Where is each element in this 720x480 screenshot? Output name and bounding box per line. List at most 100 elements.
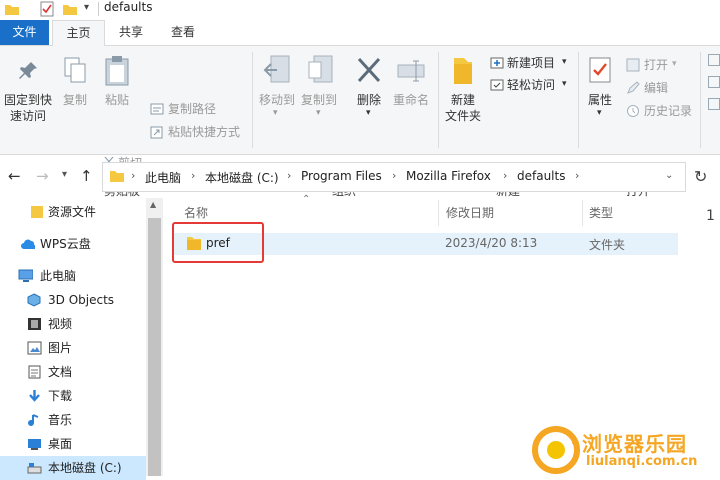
history-icon <box>627 105 639 117</box>
paste-shortcut-icon <box>150 126 163 139</box>
edit-icon <box>627 81 640 94</box>
copy-path-button[interactable]: 复制路径 <box>168 101 216 117</box>
open-icon <box>626 58 640 72</box>
nav-item-label: 下载 <box>48 389 73 403</box>
folder-icon <box>31 206 43 218</box>
up-icon[interactable]: ↑ <box>80 167 93 185</box>
divider <box>438 200 439 226</box>
invert-selection-icon[interactable] <box>708 98 720 110</box>
move-to-icon <box>263 55 290 83</box>
navigation-pane: 资源文件 WPS云盘 此电脑 3D Objects 视频 图片 文档 下载 音乐… <box>0 198 164 480</box>
properties-button[interactable]: 属性 <box>584 92 616 108</box>
history-button[interactable]: 历史记录 <box>644 103 692 119</box>
paste-button[interactable]: 粘贴 <box>100 92 134 108</box>
new-folder-button[interactable]: 新建 文件夹 <box>440 92 486 124</box>
watermark-title: 浏览器乐园 <box>582 432 687 456</box>
divider <box>252 52 253 148</box>
breadcrumb-separator-icon: › <box>392 169 397 182</box>
edit-button[interactable]: 编辑 <box>644 80 668 96</box>
pin-icon <box>19 62 37 79</box>
nav-item-music[interactable]: 音乐 <box>0 408 146 432</box>
properties-icon[interactable] <box>40 1 54 17</box>
delete-button[interactable]: 删除 <box>352 92 386 108</box>
properties-icon <box>589 57 611 83</box>
new-folder-icon[interactable] <box>62 2 78 16</box>
nav-item-label: 视频 <box>48 317 73 331</box>
nav-item-wps-cloud[interactable]: WPS云盘 <box>0 232 146 256</box>
divider <box>438 52 439 148</box>
nav-item-label: 本地磁盘 (C:) <box>48 461 122 475</box>
breadcrumb-mozilla-firefox[interactable]: Mozilla Firefox <box>406 169 491 183</box>
move-to-button[interactable]: 移动到 <box>256 92 298 108</box>
nav-item-local-disk[interactable]: 本地磁盘 (C:) <box>0 456 146 480</box>
breadcrumb-local-disk[interactable]: 本地磁盘 (C:) <box>205 169 279 186</box>
divider <box>700 52 701 148</box>
nav-item-desktop[interactable]: 桌面 <box>0 432 146 456</box>
new-item-button[interactable]: 新建项目 <box>507 55 555 71</box>
address-bar[interactable]: › 此电脑 › 本地磁盘 (C:) › Program Files › Mozi… <box>102 162 686 192</box>
delete-icon <box>357 57 381 83</box>
nav-item-downloads[interactable]: 下载 <box>0 384 146 408</box>
address-history-icon[interactable]: ⌄ <box>665 170 673 181</box>
nav-item-pictures[interactable]: 图片 <box>0 336 146 360</box>
dropdown-arrow-icon: ▾ <box>562 79 567 89</box>
breadcrumb-separator-icon: › <box>287 169 292 182</box>
music-icon <box>28 414 39 426</box>
folder-icon <box>5 5 19 15</box>
tab-home[interactable]: 主页 <box>52 20 105 47</box>
paste-shortcut-button[interactable]: 粘贴快捷方式 <box>168 124 240 140</box>
nav-item-videos[interactable]: 视频 <box>0 312 146 336</box>
cloud-icon <box>21 239 35 249</box>
video-icon <box>28 318 41 330</box>
scrollbar-thumb[interactable] <box>148 218 161 476</box>
forward-icon[interactable]: → <box>36 167 49 185</box>
3d-objects-icon <box>27 293 41 307</box>
computer-icon <box>18 269 33 282</box>
tab-share[interactable]: 共享 <box>108 20 154 45</box>
column-header-type[interactable]: 类型 <box>589 200 613 226</box>
new-folder-label-2: 文件夹 <box>444 109 481 123</box>
rename-button[interactable]: 重命名 <box>390 92 432 108</box>
copy-button[interactable]: 复制 <box>60 92 90 108</box>
nav-item-3d-objects[interactable]: 3D Objects <box>0 288 146 312</box>
pin-label-1: 固定到快 <box>3 93 52 107</box>
tab-file[interactable]: 文件 <box>0 20 49 45</box>
nav-item-label: 文档 <box>48 365 73 379</box>
breadcrumb-separator-icon: › <box>131 169 136 182</box>
dropdown-arrow-icon: ▾ <box>273 108 278 118</box>
nav-item-this-pc[interactable]: 此电脑 <box>0 264 146 288</box>
dropdown-arrow-icon: ▾ <box>597 108 602 118</box>
divider <box>578 52 579 148</box>
document-icon <box>28 365 41 379</box>
highlight-box <box>172 222 264 263</box>
nav-item-resource-files[interactable]: 资源文件 <box>0 200 146 224</box>
breadcrumb-separator-icon: › <box>191 169 196 182</box>
tab-view[interactable]: 查看 <box>160 20 206 45</box>
copy-path-icon <box>150 103 164 115</box>
nav-item-label: 资源文件 <box>48 205 97 219</box>
window-title: defaults <box>104 0 153 14</box>
recent-locations-icon[interactable]: ▾ <box>62 169 67 180</box>
scroll-up-icon[interactable]: ▲ <box>150 200 156 209</box>
title-bar: ▾ defaults <box>0 0 720 20</box>
easy-access-button[interactable]: 轻松访问 <box>507 77 555 93</box>
open-button[interactable]: 打开 <box>644 57 668 73</box>
breadcrumb-program-files[interactable]: Program Files <box>301 169 382 183</box>
pin-to-quick-access-button[interactable]: 固定到快 速访问 <box>2 92 54 124</box>
column-header-date[interactable]: 修改日期 <box>446 200 494 226</box>
rename-icon <box>397 60 425 82</box>
customize-quick-access-icon[interactable]: ▾ <box>84 2 89 13</box>
dropdown-arrow-icon: ▾ <box>316 108 321 118</box>
back-icon[interactable]: ← <box>8 167 21 185</box>
select-none-icon[interactable] <box>708 76 720 88</box>
copy-to-button[interactable]: 复制到 <box>298 92 340 108</box>
nav-item-documents[interactable]: 文档 <box>0 360 146 384</box>
select-all-icon[interactable] <box>708 54 720 66</box>
file-type: 文件夹 <box>589 238 626 252</box>
paste-icon <box>105 56 129 86</box>
dropdown-arrow-icon: ▾ <box>562 57 567 67</box>
breadcrumb-this-pc[interactable]: 此电脑 <box>145 169 181 186</box>
breadcrumb-defaults[interactable]: defaults <box>517 169 565 183</box>
refresh-icon[interactable]: ↻ <box>694 167 707 186</box>
desktop-icon <box>28 439 41 450</box>
